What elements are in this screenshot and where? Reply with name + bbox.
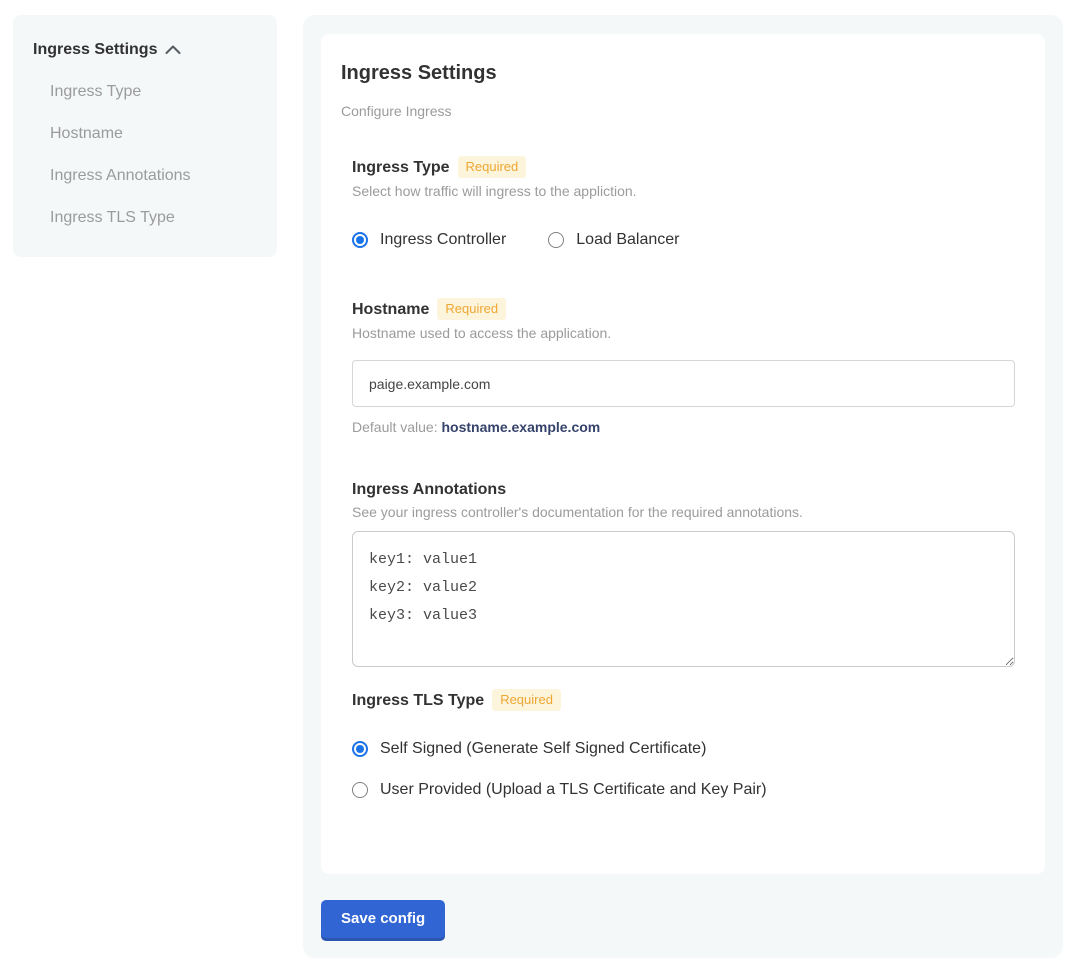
required-badge: Required <box>458 156 527 178</box>
radio-option-label: Load Balancer <box>576 230 679 250</box>
field-group-ingress-tls-type: Ingress TLS Type Required Self Signed (G… <box>352 689 1015 800</box>
ingress-annotations-textarea[interactable]: key1: value1 key2: value2 key3: value3 <box>352 531 1015 667</box>
config-card: Ingress Settings Configure Ingress Ingre… <box>321 34 1045 874</box>
tls-radio-row-user-provided: User Provided (Upload a TLS Certificate … <box>352 780 1015 800</box>
sidebar-group-ingress-settings[interactable]: Ingress Settings <box>33 41 257 59</box>
radio-selected-icon <box>352 741 368 757</box>
ingress-tls-type-label: Ingress TLS Type <box>352 691 484 710</box>
save-config-button[interactable]: Save config <box>321 900 445 938</box>
sidebar-item-hostname[interactable]: Hostname <box>50 125 257 143</box>
radio-selected-icon <box>352 232 368 248</box>
field-label-row: Ingress TLS Type Required <box>352 689 1015 711</box>
required-badge: Required <box>437 298 506 320</box>
tls-radio-row-self-signed: Self Signed (Generate Self Signed Certif… <box>352 739 1015 759</box>
card-subtitle: Configure Ingress <box>341 103 1015 120</box>
radio-option-user-provided[interactable]: User Provided (Upload a TLS Certificate … <box>352 780 767 800</box>
hostname-label: Hostname <box>352 300 429 319</box>
field-label-row: Ingress Annotations <box>352 480 1015 499</box>
hostname-help: Hostname used to access the application. <box>352 324 1015 342</box>
radio-option-label: Self Signed (Generate Self Signed Certif… <box>380 739 706 759</box>
ingress-type-label: Ingress Type <box>352 158 450 177</box>
hostname-default-line: Default value: hostname.example.com <box>352 419 1015 436</box>
radio-option-ingress-controller[interactable]: Ingress Controller <box>352 230 506 250</box>
field-label-row: Ingress Type Required <box>352 156 1015 178</box>
sidebar-item-ingress-annotations[interactable]: Ingress Annotations <box>50 167 257 185</box>
default-value-text: hostname.example.com <box>442 419 601 435</box>
page: Ingress Settings Ingress Type Hostname I… <box>0 0 1090 958</box>
radio-option-load-balancer[interactable]: Load Balancer <box>548 230 679 250</box>
radio-unselected-icon <box>548 232 564 248</box>
sidebar-group-label: Ingress Settings <box>33 41 157 59</box>
radio-option-label: User Provided (Upload a TLS Certificate … <box>380 780 767 800</box>
field-group-ingress-type: Ingress Type Required Select how traffic… <box>352 156 1015 250</box>
ingress-type-radio-group: Ingress Controller Load Balancer <box>352 230 1015 250</box>
sidebar-item-ingress-type[interactable]: Ingress Type <box>50 83 257 101</box>
card-title: Ingress Settings <box>341 61 1015 85</box>
radio-option-label: Ingress Controller <box>380 230 506 250</box>
config-nav-sidebar: Ingress Settings Ingress Type Hostname I… <box>13 15 277 257</box>
radio-option-self-signed[interactable]: Self Signed (Generate Self Signed Certif… <box>352 739 706 759</box>
field-label-row: Hostname Required <box>352 298 1015 320</box>
hostname-input[interactable] <box>352 360 1015 407</box>
sidebar-item-ingress-tls-type[interactable]: Ingress TLS Type <box>50 209 257 227</box>
ingress-annotations-help: See your ingress controller's documentat… <box>352 503 1015 521</box>
config-panel: Ingress Settings Configure Ingress Ingre… <box>303 15 1063 958</box>
field-group-hostname: Hostname Required Hostname used to acces… <box>352 298 1015 436</box>
default-value-label: Default value: <box>352 419 438 435</box>
chevron-up-icon <box>165 45 181 55</box>
radio-unselected-icon <box>352 782 368 798</box>
field-group-ingress-annotations: Ingress Annotations See your ingress con… <box>352 480 1015 667</box>
required-badge: Required <box>492 689 561 711</box>
ingress-annotations-label: Ingress Annotations <box>352 480 506 499</box>
ingress-type-help: Select how traffic will ingress to the a… <box>352 182 1015 200</box>
